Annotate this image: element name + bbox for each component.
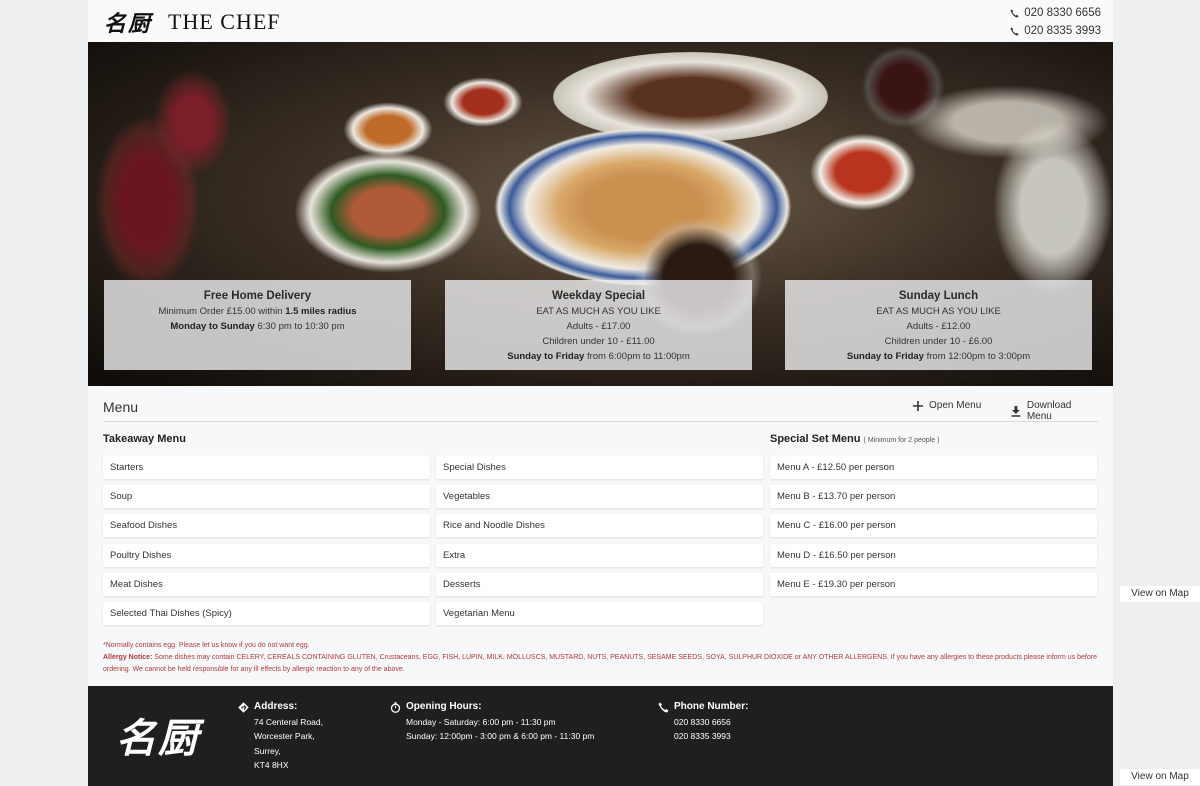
card-line: Children under 10 - £11.00 bbox=[542, 336, 655, 347]
directions-icon bbox=[238, 702, 249, 713]
card-line: EAT AS MUCH AS YOU LIKE bbox=[876, 306, 1001, 317]
set-menu-a[interactable]: Menu A - £12.50 per person bbox=[770, 456, 1097, 479]
view-on-map-button[interactable]: View on Map bbox=[1120, 769, 1200, 785]
menu-item-vegetables[interactable]: Vegetables bbox=[436, 485, 763, 508]
special-set-note: ( Minimum for 2 people ) bbox=[863, 437, 940, 444]
header-phone-number: 020 8335 3993 bbox=[1024, 25, 1101, 37]
logo-english-text: THE CHEF bbox=[168, 9, 281, 34]
footer-phone: Phone Number: 020 8330 6656 020 8335 399… bbox=[658, 700, 748, 744]
download-menu-label: Download Menu bbox=[1026, 400, 1072, 422]
menu-item-poultry[interactable]: Poultry Dishes bbox=[103, 544, 430, 567]
address-line: Surrey, bbox=[254, 745, 281, 756]
site-header: 名厨 THE CHEF 020 8330 6656 020 8335 3993 bbox=[88, 0, 1113, 42]
menu-item-meat[interactable]: Meat Dishes bbox=[103, 573, 430, 596]
open-menu-button[interactable]: Open Menu bbox=[913, 400, 981, 411]
set-menu-c[interactable]: Menu C - £16.00 per person bbox=[770, 514, 1097, 537]
card-line: Minimum Order £15.00 within 1.5 miles ra… bbox=[158, 306, 357, 317]
allergy-notes: *Normally contains egg. Please let us kn… bbox=[103, 640, 1098, 676]
header-phone-1[interactable]: 020 8330 6656 bbox=[1010, 4, 1101, 22]
egg-note: *Normally contains egg. Please let us kn… bbox=[103, 642, 310, 649]
set-menu-e[interactable]: Menu E - £19.30 per person bbox=[770, 573, 1097, 596]
menu-item-special-dishes[interactable]: Special Dishes bbox=[436, 456, 763, 479]
address-heading: Address: bbox=[238, 700, 323, 715]
footer-phone-number[interactable]: 020 8330 6656 bbox=[658, 715, 748, 730]
page: 名厨 THE CHEF 020 8330 6656 020 8335 3993 bbox=[88, 0, 1113, 786]
set-menu-d[interactable]: Menu D - £16.50 per person bbox=[770, 544, 1097, 567]
set-menu-b[interactable]: Menu B - £13.70 per person bbox=[770, 485, 1097, 508]
menu-item-desserts[interactable]: Desserts bbox=[436, 573, 763, 596]
card-title: Sunday Lunch bbox=[898, 290, 979, 302]
card-sunday-lunch: Sunday Lunch EAT AS MUCH AS YOU LIKE Adu… bbox=[785, 280, 1092, 370]
logo-chinese-text: 名厨 bbox=[104, 11, 153, 37]
menu-item-thai[interactable]: Selected Thai Dishes (Spicy) bbox=[103, 602, 430, 625]
hours-line: Sunday: 12:00pm - 3:00 pm & 6:00 pm - 11… bbox=[406, 731, 595, 741]
card-line: Sunday to Friday from 6:00pm to 11:00pm bbox=[507, 351, 690, 362]
menu-title: Menu bbox=[103, 399, 139, 415]
menu-item-vegetarian[interactable]: Vegetarian Menu bbox=[436, 602, 763, 625]
card-weekday-special: Weekday Special EAT AS MUCH AS YOU LIKE … bbox=[445, 280, 752, 370]
card-line: Children under 10 - £6.00 bbox=[884, 336, 993, 347]
menu-header: Menu Open Menu Download Menu bbox=[103, 396, 1098, 422]
view-on-map-button[interactable]: View on Map bbox=[1120, 586, 1200, 602]
card-line: Adults - £12.00 bbox=[906, 321, 971, 332]
card-line: EAT AS MUCH AS YOU LIKE bbox=[536, 306, 661, 317]
phone-icon bbox=[1010, 26, 1019, 36]
footer-hours: Opening Hours: Monday - Saturday: 6:00 p… bbox=[390, 700, 594, 744]
menu-item-starters[interactable]: Starters bbox=[103, 456, 430, 479]
card-title: Free Home Delivery bbox=[203, 290, 312, 302]
special-set-menu-title: Special Set Menu ( Minimum for 2 people … bbox=[770, 433, 939, 445]
card-title: Weekday Special bbox=[551, 290, 646, 302]
phone-icon bbox=[1010, 8, 1019, 18]
footer-phone-number[interactable]: 020 8335 3993 bbox=[658, 729, 748, 744]
footer-logo: 名厨 bbox=[116, 715, 200, 762]
stopwatch-icon bbox=[390, 702, 401, 713]
open-menu-label: Open Menu bbox=[929, 400, 982, 411]
download-icon bbox=[1011, 405, 1021, 417]
address-line: KT4 8HX bbox=[254, 760, 289, 770]
plus-icon bbox=[913, 400, 923, 411]
download-menu-button[interactable]: Download Menu bbox=[1011, 400, 1098, 422]
phone-icon bbox=[658, 702, 669, 713]
site-logo[interactable]: 名厨 THE CHEF bbox=[104, 6, 281, 38]
card-line: Adults - £17.00 bbox=[566, 321, 631, 332]
card-line: Sunday to Friday from 12:00pm to 3:00pm bbox=[846, 351, 1031, 362]
allergy-notice: Allergy Notice: Some dishes may contain … bbox=[103, 654, 1097, 673]
header-phone-2[interactable]: 020 8335 3993 bbox=[1010, 22, 1101, 40]
footer-address: Address: 74 Centeral Road, Worcester Par… bbox=[238, 700, 323, 773]
card-line: Monday to Sunday 6:30 pm to 10:30 pm bbox=[170, 321, 345, 332]
takeaway-menu-title: Takeaway Menu bbox=[103, 433, 186, 445]
header-phones: 020 8330 6656 020 8335 3993 bbox=[1010, 4, 1101, 40]
menu-item-rice-noodle[interactable]: Rice and Noodle Dishes bbox=[436, 514, 763, 537]
special-set-title-text: Special Set Menu bbox=[770, 433, 861, 445]
phone-heading: Phone Number: bbox=[658, 700, 748, 715]
address-line: 74 Centeral Road, bbox=[254, 716, 323, 727]
menu-item-soup[interactable]: Soup bbox=[103, 485, 430, 508]
hours-heading: Opening Hours: bbox=[390, 700, 594, 715]
menu-item-extra[interactable]: Extra bbox=[436, 544, 763, 567]
hero-banner: Free Home Delivery Minimum Order £15.00 … bbox=[88, 42, 1113, 386]
address-line: Worcester Park, bbox=[254, 731, 315, 741]
menu-item-seafood[interactable]: Seafood Dishes bbox=[103, 514, 430, 537]
header-phone-number: 020 8330 6656 bbox=[1024, 7, 1101, 19]
card-free-delivery: Free Home Delivery Minimum Order £15.00 … bbox=[104, 280, 411, 370]
hours-line: Monday - Saturday: 6:00 pm - 11:30 pm bbox=[406, 716, 556, 727]
site-footer: 名厨 Address: 74 Centeral Road, Worcester … bbox=[88, 686, 1113, 786]
